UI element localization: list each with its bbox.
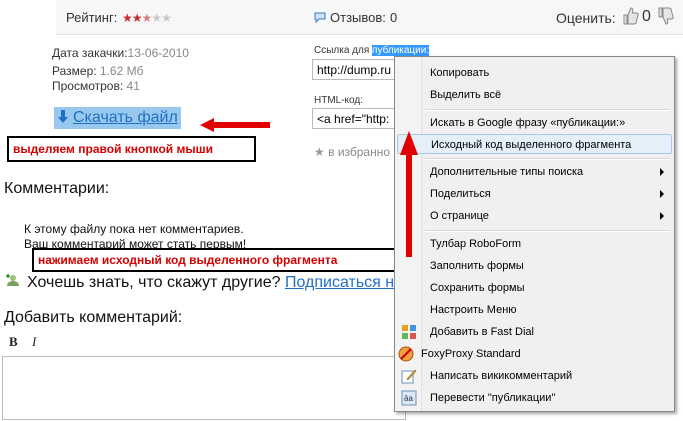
rating-label: Рейтинг: — [66, 10, 118, 25]
reviews-label: Отзывов: — [330, 10, 386, 25]
selected-text: публикации: — [372, 45, 430, 56]
publish-link-label: Ссылка для публикации: — [314, 45, 430, 56]
menu-item-about-page[interactable]: О странице — [397, 206, 672, 226]
download-arrow-icon — [58, 110, 68, 123]
rate-count: 0 — [642, 8, 651, 25]
rating-stars[interactable]: ★★★★★ — [122, 11, 172, 25]
file-size: Размер: 1.62 Мб — [52, 64, 144, 78]
menu-item-more-search-types[interactable]: Дополнительные типы поиска — [397, 162, 672, 182]
menu-item-wiki-comment[interactable]: Написать викикомментарий — [397, 366, 672, 386]
html-code-label: HTML-код: — [314, 95, 363, 106]
thumbs-up-icon[interactable] — [621, 6, 639, 26]
subscribe-icon — [6, 274, 19, 286]
menu-item-view-selection-source[interactable]: Исходный код выделенного фрагмента — [397, 134, 672, 154]
html-code-input[interactable]: <a href="http: — [312, 108, 400, 129]
menu-item-add-fast-dial[interactable]: Добавить в Fast Dial — [397, 322, 672, 342]
submenu-arrow-icon — [660, 168, 664, 176]
menu-item-save-forms[interactable]: Сохранить формы — [397, 278, 672, 298]
annotation-right-click: выделяем правой кнопкой мыши — [7, 136, 256, 162]
foxyproxy-icon — [398, 346, 414, 362]
add-comment-heading: Добавить комментарий: — [4, 309, 183, 326]
submenu-arrow-icon — [660, 190, 664, 198]
menu-item-copy[interactable]: Копировать — [397, 63, 672, 83]
star-icon: ★ — [131, 11, 143, 25]
italic-button[interactable]: I — [32, 334, 36, 350]
upload-date: Дата закачки:13-06-2010 — [52, 46, 189, 60]
star-icon: ★ — [161, 11, 172, 25]
menu-item-fill-forms[interactable]: Заполнить формы — [397, 256, 672, 276]
annotation-arrow-left — [200, 118, 270, 132]
file-info-bar: Рейтинг: ★★★★★ Отзывов: 0 Оценить: 0 — [56, 0, 683, 35]
star-icon: ★ — [151, 11, 162, 25]
note-pencil-icon — [401, 369, 417, 384]
thumbs-down-icon[interactable] — [656, 6, 674, 26]
view-count: Просмотров: 41 — [52, 79, 140, 93]
comment-textarea[interactable] — [2, 356, 406, 420]
svg-text:āa: āa — [404, 394, 413, 403]
star-icon: ★ — [122, 11, 133, 25]
download-file-link[interactable]: Скачать файл — [54, 107, 181, 129]
add-to-favorites-link[interactable]: ★ в избранно — [314, 145, 390, 159]
menu-item-foxyproxy[interactable]: FoxyProxy Standard — [397, 344, 672, 364]
menu-item-select-all[interactable]: Выделить всё — [397, 85, 672, 105]
half-star-icon: ★ — [141, 11, 153, 25]
annotation-arrow-up — [400, 131, 418, 257]
bold-button[interactable]: B — [9, 334, 18, 350]
submenu-arrow-icon — [660, 212, 664, 220]
publish-link-input[interactable]: http://dump.ru — [312, 59, 400, 80]
comments-heading: Комментарии: — [4, 180, 110, 197]
reviews-count: 0 — [390, 10, 398, 25]
menu-item-roboform-toolbar[interactable]: Тулбар RoboForm — [397, 234, 672, 254]
menu-item-configure-menu[interactable]: Настроить Меню — [397, 300, 672, 320]
translate-icon: āa — [401, 390, 417, 406]
menu-item-share[interactable]: Поделиться — [397, 184, 672, 204]
speech-bubble-icon — [314, 12, 326, 23]
subscribe-row: Хочешь знать, что скажут другие? Подписа… — [27, 274, 404, 291]
subscribe-link[interactable]: Подписаться на — [285, 274, 403, 291]
fast-dial-icon — [402, 325, 416, 339]
no-comments-line1: К этому файлу пока нет комментариев. — [24, 222, 244, 236]
context-menu: Копировать Выделить всё Искать в Google … — [394, 56, 675, 412]
menu-item-google-search[interactable]: Искать в Google фразу «публикации:» — [397, 113, 672, 133]
star-icon: ★ — [314, 145, 325, 159]
menu-item-translate[interactable]: āa Перевести "публикации" — [397, 388, 672, 408]
rate-label: Оценить: — [556, 10, 616, 26]
annotation-source-code: нажимаем исходный код выделенного фрагме… — [32, 248, 413, 272]
